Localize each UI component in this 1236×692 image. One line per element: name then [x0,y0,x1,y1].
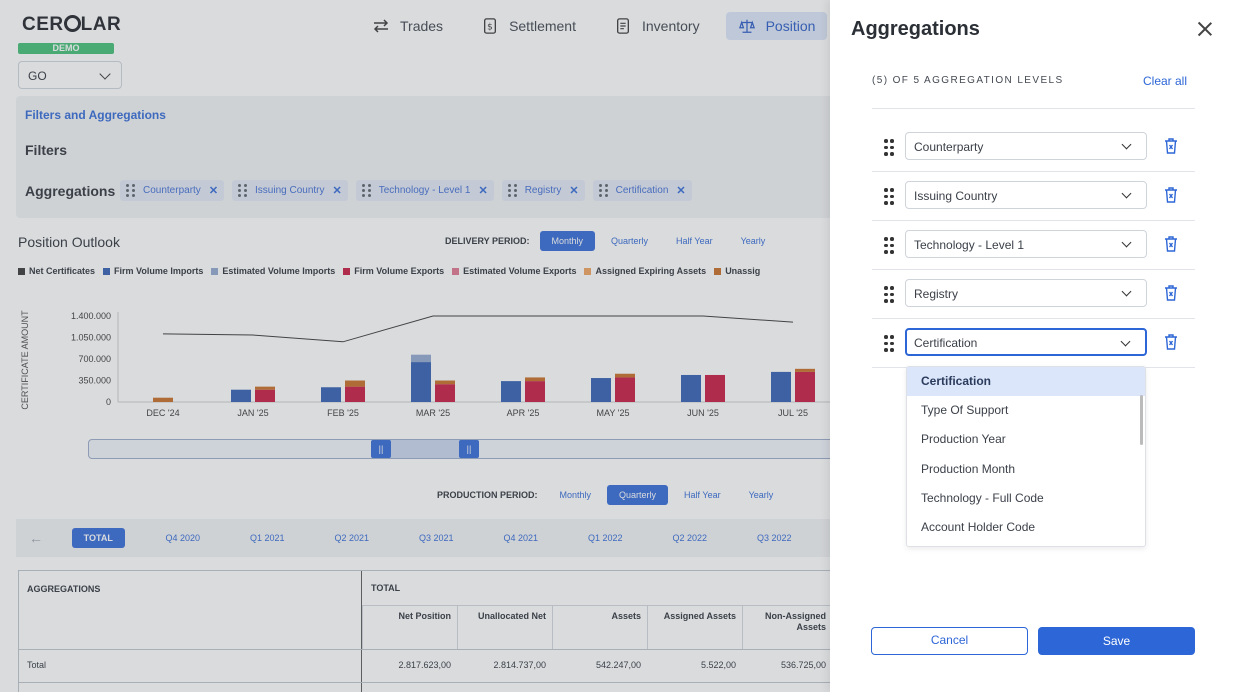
drag-handle-icon[interactable] [884,335,894,352]
dropdown-option[interactable]: Production Year [907,425,1145,454]
level-row-2: Issuing Country [884,181,1177,209]
chevron-down-icon [1121,188,1132,199]
dropdown-option[interactable]: Account Holder Code [907,513,1145,542]
drag-handle-icon[interactable] [884,188,894,205]
dropdown-scrollbar[interactable] [1140,395,1143,445]
certification-dropdown: Certification Type Of Support Production… [906,366,1146,547]
drag-handle-icon[interactable] [884,286,894,303]
cancel-button[interactable]: Cancel [871,627,1028,655]
save-button[interactable]: Save [1038,627,1195,655]
clear-all-link[interactable]: Clear all [1143,74,1187,88]
level-select-4[interactable]: Registry [905,279,1147,307]
close-icon[interactable] [1196,20,1214,38]
level-select-3[interactable]: Technology - Level 1 [905,230,1147,258]
level-row-3: Technology - Level 1 [884,230,1177,258]
level-row-5: Certification [884,328,1177,356]
chevron-down-icon [1121,286,1132,297]
level-row-1: Counterparty [884,132,1177,160]
dropdown-option[interactable]: Certification [907,367,1145,397]
dropdown-option[interactable]: Production Month [907,455,1145,484]
trash-icon[interactable] [1162,186,1180,204]
trash-icon[interactable] [1162,235,1180,253]
level-select-1[interactable]: Counterparty [905,132,1147,160]
aggregation-level-count: (5) OF 5 AGGREGATION LEVELS [872,75,1064,86]
chevron-down-icon [1120,336,1131,347]
modal-backdrop[interactable] [0,0,830,692]
chevron-down-icon [1121,237,1132,248]
chevron-down-icon [1121,139,1132,150]
dropdown-option[interactable]: Type Of Support [907,396,1145,425]
drawer-title: Aggregations [851,18,980,40]
app-root: CER LAR DEMO Trades $ Settlement Inventor… [0,0,1236,692]
trash-icon[interactable] [1162,137,1180,155]
level-row-4: Registry [884,279,1177,307]
aggregations-drawer: Aggregations (5) OF 5 AGGREGATION LEVELS… [830,0,1236,692]
trash-icon[interactable] [1162,333,1180,351]
level-select-5[interactable]: Certification [905,328,1147,356]
trash-icon[interactable] [1162,284,1180,302]
level-select-2[interactable]: Issuing Country [905,181,1147,209]
dropdown-option[interactable]: Technology - Full Code [907,484,1145,513]
drag-handle-icon[interactable] [884,139,894,156]
drag-handle-icon[interactable] [884,237,894,254]
